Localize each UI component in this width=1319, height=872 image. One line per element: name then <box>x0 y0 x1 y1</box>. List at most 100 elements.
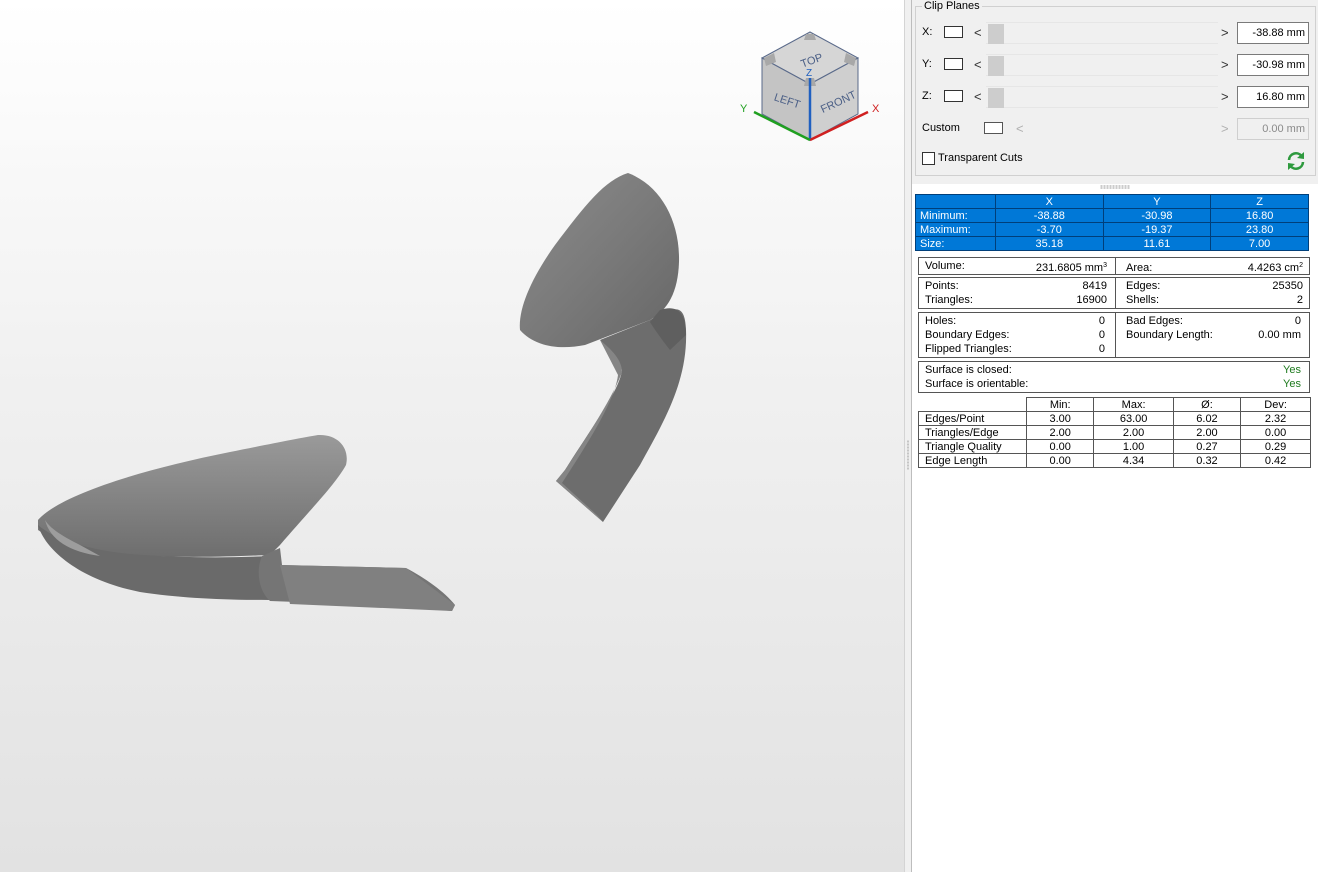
stats-cell: 6.02 <box>1172 411 1242 426</box>
stats-row-edge-length: Edge Length 0.00 4.34 0.32 0.42 <box>918 453 1311 468</box>
stats-cell: 1.00 <box>1093 439 1174 454</box>
volume-number: 231.6805 mm <box>1035 262 1104 274</box>
clip-planes-title: Clip Planes <box>922 0 982 12</box>
defects-divider <box>1115 313 1116 357</box>
clip-custom-decrease-button: < <box>1016 121 1024 136</box>
clip-x-value-field[interactable]: -38.88 mm <box>1237 22 1309 44</box>
clip-z-toggle[interactable] <box>944 90 963 102</box>
clip-planes-group: Clip Planes X: < > -38.88 mm Y: < > -30.… <box>912 0 1318 184</box>
stats-row-label: Triangle Quality <box>918 439 1027 454</box>
transparent-cuts-checkbox[interactable] <box>922 152 935 165</box>
horizontal-splitter-grip[interactable] <box>1100 185 1130 189</box>
stats-cell: 63.00 <box>1093 411 1174 426</box>
clip-y-label: Y: <box>922 58 932 70</box>
stats-cell: 2.00 <box>1172 425 1242 440</box>
clip-z-slider[interactable] <box>986 86 1218 108</box>
bbox-row-maximum: Maximum: -3.70 -19.37 23.80 <box>915 222 1309 237</box>
clip-x-label: X: <box>922 26 933 38</box>
vertical-splitter[interactable] <box>904 0 911 872</box>
mesh-statistics-table: Min: Max: Ø: Dev: Edges/Point 3.00 63.00… <box>918 397 1311 468</box>
defects-box: Holes: 0 Bad Edges: 0 Boundary Edges: 0 … <box>918 312 1310 358</box>
stats-cell: 0.27 <box>1172 439 1242 454</box>
clip-x-increase-button[interactable]: > <box>1221 25 1229 40</box>
clip-row-y: Y: < > -30.98 mm <box>912 54 1318 76</box>
stats-cell: 0.00 <box>1240 425 1311 440</box>
clip-custom-toggle[interactable] <box>984 122 1003 134</box>
clip-y-decrease-button[interactable]: < <box>974 57 982 72</box>
clip-y-increase-button[interactable]: > <box>1221 57 1229 72</box>
volume-area-divider <box>1115 258 1116 274</box>
points-label: Points: <box>925 280 959 292</box>
clip-z-label: Z: <box>922 90 932 102</box>
bbox-row-minimum: Minimum: -38.88 -30.98 16.80 <box>915 208 1309 223</box>
boundary-edges-value: 0 <box>1098 329 1105 341</box>
clip-x-slider[interactable] <box>986 22 1218 44</box>
bbox-row-label: Maximum: <box>915 222 996 237</box>
boundary-edges-label: Boundary Edges: <box>925 329 1010 341</box>
clip-z-slider-thumb[interactable] <box>988 88 1004 108</box>
bbox-cell: 11.61 <box>1102 236 1212 251</box>
clip-custom-increase-button: > <box>1221 121 1229 136</box>
stats-row-label: Triangles/Edge <box>918 425 1027 440</box>
stats-row-edges-per-point: Edges/Point 3.00 63.00 6.02 2.32 <box>918 411 1311 426</box>
view-cube[interactable]: TOP LEFT FRONT Z X Y <box>740 31 880 142</box>
surface-closed-label: Surface is closed: <box>925 364 1012 376</box>
area-unit-exponent: 2 <box>1299 262 1303 269</box>
bad-edges-label: Bad Edges: <box>1126 315 1183 327</box>
clip-y-toggle[interactable] <box>944 58 963 70</box>
clip-x-slider-thumb[interactable] <box>988 24 1004 44</box>
clip-x-toggle[interactable] <box>944 26 963 38</box>
stats-cell: 4.34 <box>1093 453 1174 468</box>
bbox-cell: -19.37 <box>1102 222 1212 237</box>
bbox-cell: -38.88 <box>995 208 1104 223</box>
clip-custom-value-field: 0.00 mm <box>1237 118 1309 140</box>
model-render: TOP LEFT FRONT Z X Y <box>38 31 880 611</box>
mesh-shell-1 <box>519 173 687 522</box>
stats-cell: 0.42 <box>1240 453 1311 468</box>
edges-value: 25350 <box>1272 280 1303 292</box>
y-axis-label: Y <box>740 103 748 115</box>
edges-label: Edges: <box>1126 280 1161 292</box>
clip-y-slider-thumb[interactable] <box>988 56 1004 76</box>
volume-label: Volume: <box>925 260 965 272</box>
bbox-cell: 23.80 <box>1210 222 1309 237</box>
stats-header-max: Max: <box>1093 397 1174 412</box>
z-axis-label: Z <box>806 68 812 79</box>
refresh-icon[interactable] <box>1285 150 1307 172</box>
shells-label: Shells: <box>1126 294 1160 306</box>
x-axis-label: X <box>872 103 880 115</box>
surface-orientable-label: Surface is orientable: <box>925 378 1029 390</box>
bbox-header-x: X <box>995 194 1104 209</box>
topology-divider <box>1115 278 1116 308</box>
clip-row-x: X: < > -38.88 mm <box>912 22 1318 44</box>
stats-header-row: Min: Max: Ø: Dev: <box>918 397 1311 412</box>
bbox-row-label: Minimum: <box>915 208 996 223</box>
bbox-cell: 7.00 <box>1210 236 1309 251</box>
splitter-grip[interactable] <box>907 440 909 470</box>
stats-row-label: Edges/Point <box>918 411 1027 426</box>
3d-viewport[interactable]: TOP LEFT FRONT Z X Y <box>0 0 904 872</box>
bbox-row-size: Size: 35.18 11.61 7.00 <box>915 236 1309 251</box>
clip-z-decrease-button[interactable]: < <box>974 89 982 104</box>
clip-y-slider[interactable] <box>986 54 1218 76</box>
holes-label: Holes: <box>925 315 957 327</box>
clip-z-increase-button[interactable]: > <box>1221 89 1229 104</box>
clip-y-value-field[interactable]: -30.98 mm <box>1237 54 1309 76</box>
bbox-header-row: X Y Z <box>915 194 1309 209</box>
stats-cell: 0.00 <box>1025 453 1095 468</box>
volume-unit-exponent: 3 <box>1103 262 1107 269</box>
stats-header-min: Min: <box>1025 397 1095 412</box>
clip-row-z: Z: < > 16.80 mm <box>912 86 1318 108</box>
stats-header-blank <box>918 397 1027 412</box>
area-label: Area: <box>1126 262 1153 274</box>
clip-z-value-field[interactable]: 16.80 mm <box>1237 86 1309 108</box>
mesh-shell-2 <box>38 434 455 611</box>
bbox-cell: 16.80 <box>1210 208 1309 223</box>
transparent-cuts-label[interactable]: Transparent Cuts <box>938 152 1023 164</box>
bbox-cell: 35.18 <box>995 236 1104 251</box>
stats-cell: 0.29 <box>1240 439 1311 454</box>
stats-cell: 2.00 <box>1093 425 1174 440</box>
boundary-length-label: Boundary Length: <box>1126 329 1213 341</box>
volume-value: 231.6805 mm3 <box>1029 259 1107 275</box>
clip-x-decrease-button[interactable]: < <box>974 25 982 40</box>
